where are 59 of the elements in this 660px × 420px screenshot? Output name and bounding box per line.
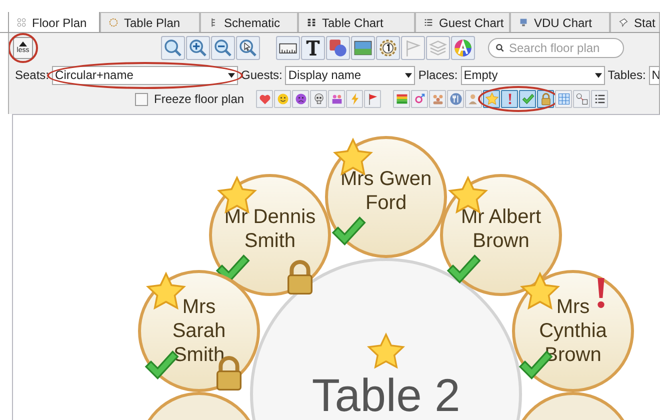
caret-icon [405, 72, 412, 78]
dotted-circle-icon [108, 17, 119, 28]
dropdown-label: Tables: [608, 67, 646, 84]
search-icon [495, 43, 505, 53]
speech-bubble-icon [618, 17, 629, 28]
dropdown-label: Places: [418, 67, 458, 84]
dropdown[interactable]: Empty [460, 66, 605, 84]
caret-icon [228, 72, 236, 78]
tab[interactable]: Schematic [200, 12, 298, 32]
guest-name: Mrs Gwen Ford [340, 167, 432, 215]
star-icon[interactable] [483, 90, 500, 108]
monitor-icon [518, 17, 529, 28]
image-icon[interactable] [351, 36, 375, 60]
checkbox-label: Freeze floor plan [154, 91, 244, 108]
shapes-icon[interactable] [326, 36, 350, 60]
caret-icon [594, 72, 602, 78]
zoom-select-icon[interactable] [236, 36, 260, 60]
tab[interactable]: Stat [610, 12, 660, 32]
tab[interactable]: Guest Chart [415, 12, 510, 32]
dropdown-label: Seats: [15, 67, 50, 84]
search-icon[interactable] [161, 36, 185, 60]
tab[interactable]: Table Plan [100, 12, 200, 32]
color-wheel-icon[interactable] [451, 36, 475, 60]
people-icon[interactable] [328, 90, 346, 108]
text-icon[interactable] [301, 36, 325, 60]
triangle-icon [19, 41, 27, 47]
person-icon[interactable] [465, 90, 482, 108]
grid-icon [306, 17, 317, 28]
dropdown[interactable]: Circular+name [52, 66, 238, 84]
dropdown-label: Guests: [241, 67, 282, 84]
cutlery-icon[interactable] [447, 90, 464, 108]
zoom-out-icon[interactable] [211, 36, 235, 60]
guest-name: Mr Albert Brown [460, 205, 542, 253]
exclamation-icon[interactable] [501, 90, 518, 108]
list-icon[interactable] [591, 90, 608, 108]
pennant-icon[interactable] [364, 90, 382, 108]
grid-icon[interactable] [555, 90, 572, 108]
gender-icon[interactable] [411, 90, 428, 108]
smile-icon[interactable] [274, 90, 292, 108]
group-icon[interactable] [429, 90, 446, 108]
guest-name: Mrs Sarah Smith [172, 295, 226, 367]
sad-icon[interactable] [292, 90, 310, 108]
numbered-table-icon[interactable] [376, 36, 400, 60]
search-field[interactable]: Search floor plan [488, 38, 624, 58]
diagram-icon[interactable] [573, 90, 590, 108]
dropdown[interactable]: Display name [285, 66, 416, 84]
gradient-icon[interactable] [393, 90, 410, 108]
skull-icon[interactable] [310, 90, 328, 108]
tab[interactable]: Table Chart [298, 12, 415, 32]
table-label: Table 2 [312, 373, 460, 417]
ruler-icon[interactable] [276, 36, 300, 60]
tab[interactable]: Floor Plan [8, 12, 100, 32]
zoom-in-icon[interactable] [186, 36, 210, 60]
checkbox[interactable] [135, 92, 148, 106]
four-circles-icon [16, 17, 27, 28]
list-icon [423, 17, 434, 28]
padlock-icon[interactable] [537, 90, 554, 108]
check-icon[interactable] [519, 90, 536, 108]
tab[interactable]: VDU Chart [510, 12, 610, 32]
